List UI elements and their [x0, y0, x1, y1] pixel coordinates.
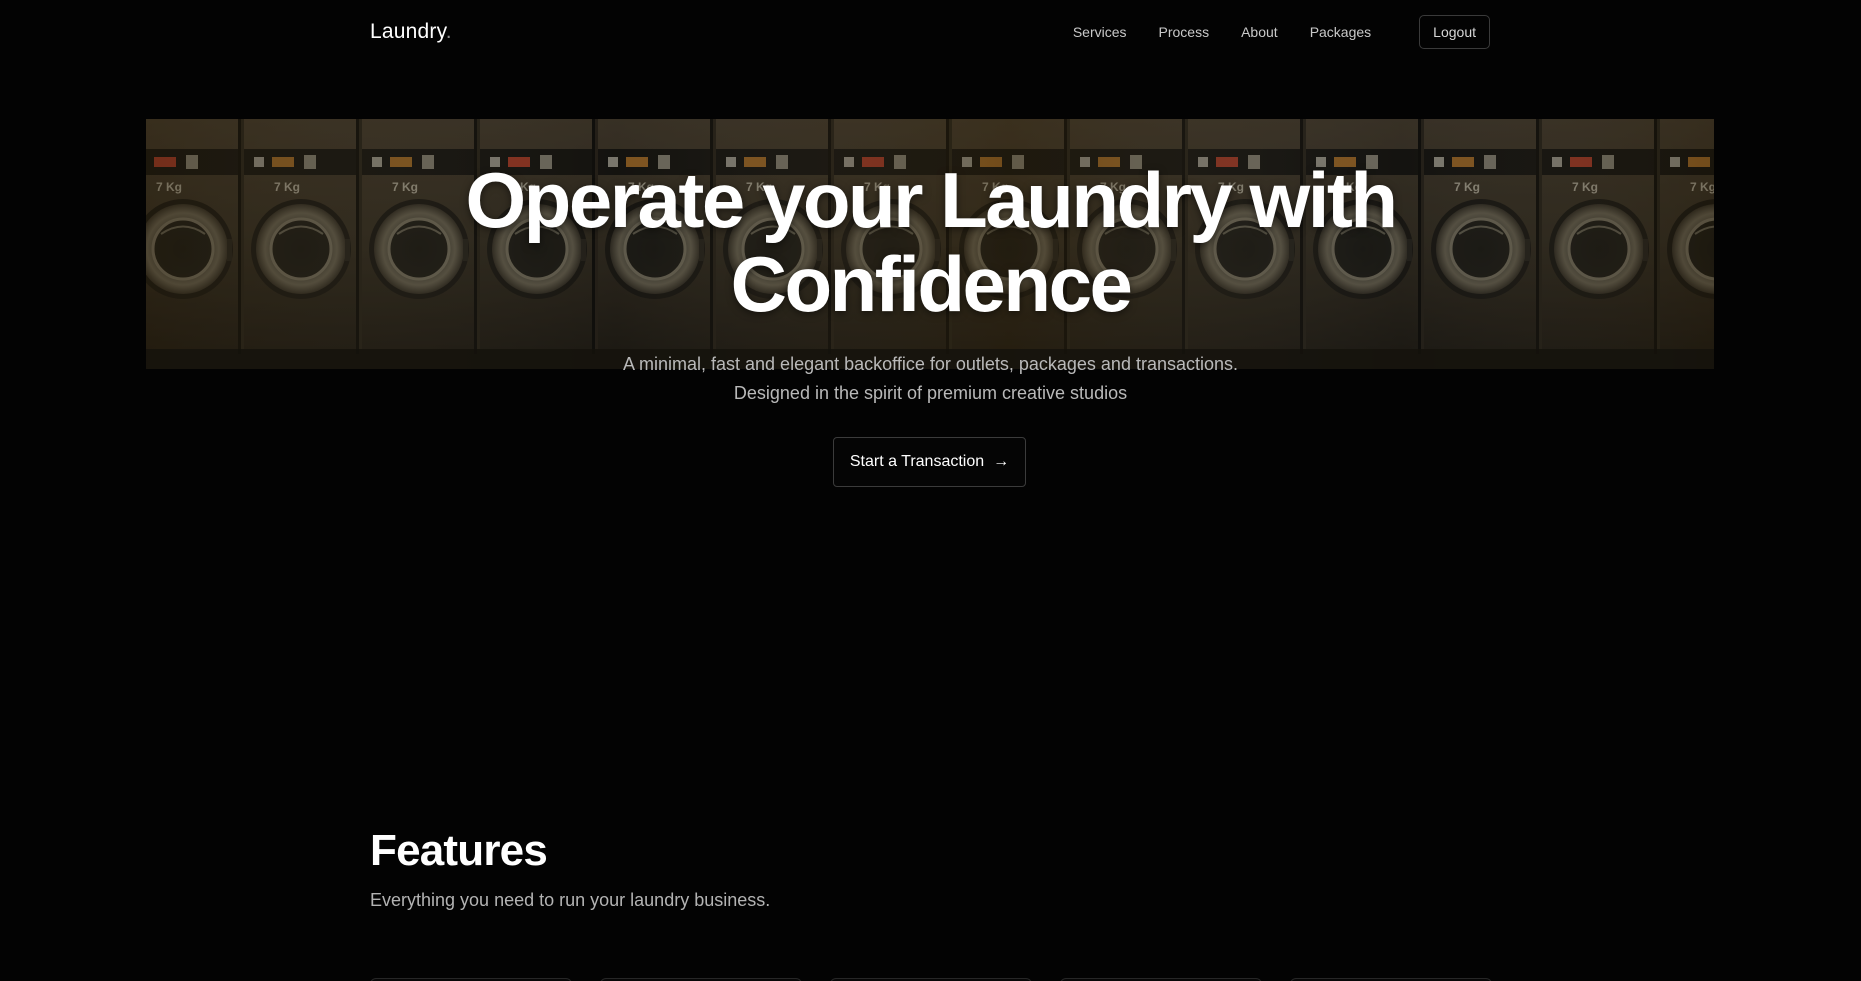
nav-link-packages[interactable]: Packages: [1310, 24, 1371, 40]
start-transaction-button[interactable]: Start a Transaction →: [833, 437, 1026, 487]
nav-links: Services Process About Packages Logout: [1073, 15, 1490, 49]
hero-subtitle-line-1: A minimal, fast and elegant backoffice f…: [622, 354, 1239, 374]
start-transaction-label: Start a Transaction: [849, 453, 985, 470]
hero-title-line-2: Confidence: [730, 240, 1133, 328]
brand-name: Laundry: [370, 20, 446, 43]
brand-logo[interactable]: Laundry.: [370, 20, 452, 44]
brand-dot: .: [445, 20, 452, 43]
nav-link-about[interactable]: About: [1241, 24, 1278, 40]
top-navbar: Laundry. Services Process About Packages…: [370, 14, 1490, 50]
nav-link-process[interactable]: Process: [1159, 24, 1210, 40]
hero-subtitle-line-2: Designed in the spirit of premium creati…: [733, 383, 1128, 403]
landing-page: Laundry. Services Process About Packages…: [0, 0, 1861, 981]
features-title: Features: [370, 826, 548, 875]
logout-button[interactable]: Logout: [1419, 15, 1490, 49]
hero-title: Operate your Laundry with Confidence: [0, 158, 1861, 326]
hero-title-line-1: Operate your Laundry with: [465, 156, 1398, 244]
arrow-right-icon: →: [993, 453, 1010, 470]
nav-link-services[interactable]: Services: [1073, 24, 1127, 40]
features-subtitle: Everything you need to run your laundry …: [370, 890, 771, 910]
hero-subtitle: A minimal, fast and elegant backoffice f…: [0, 350, 1861, 408]
